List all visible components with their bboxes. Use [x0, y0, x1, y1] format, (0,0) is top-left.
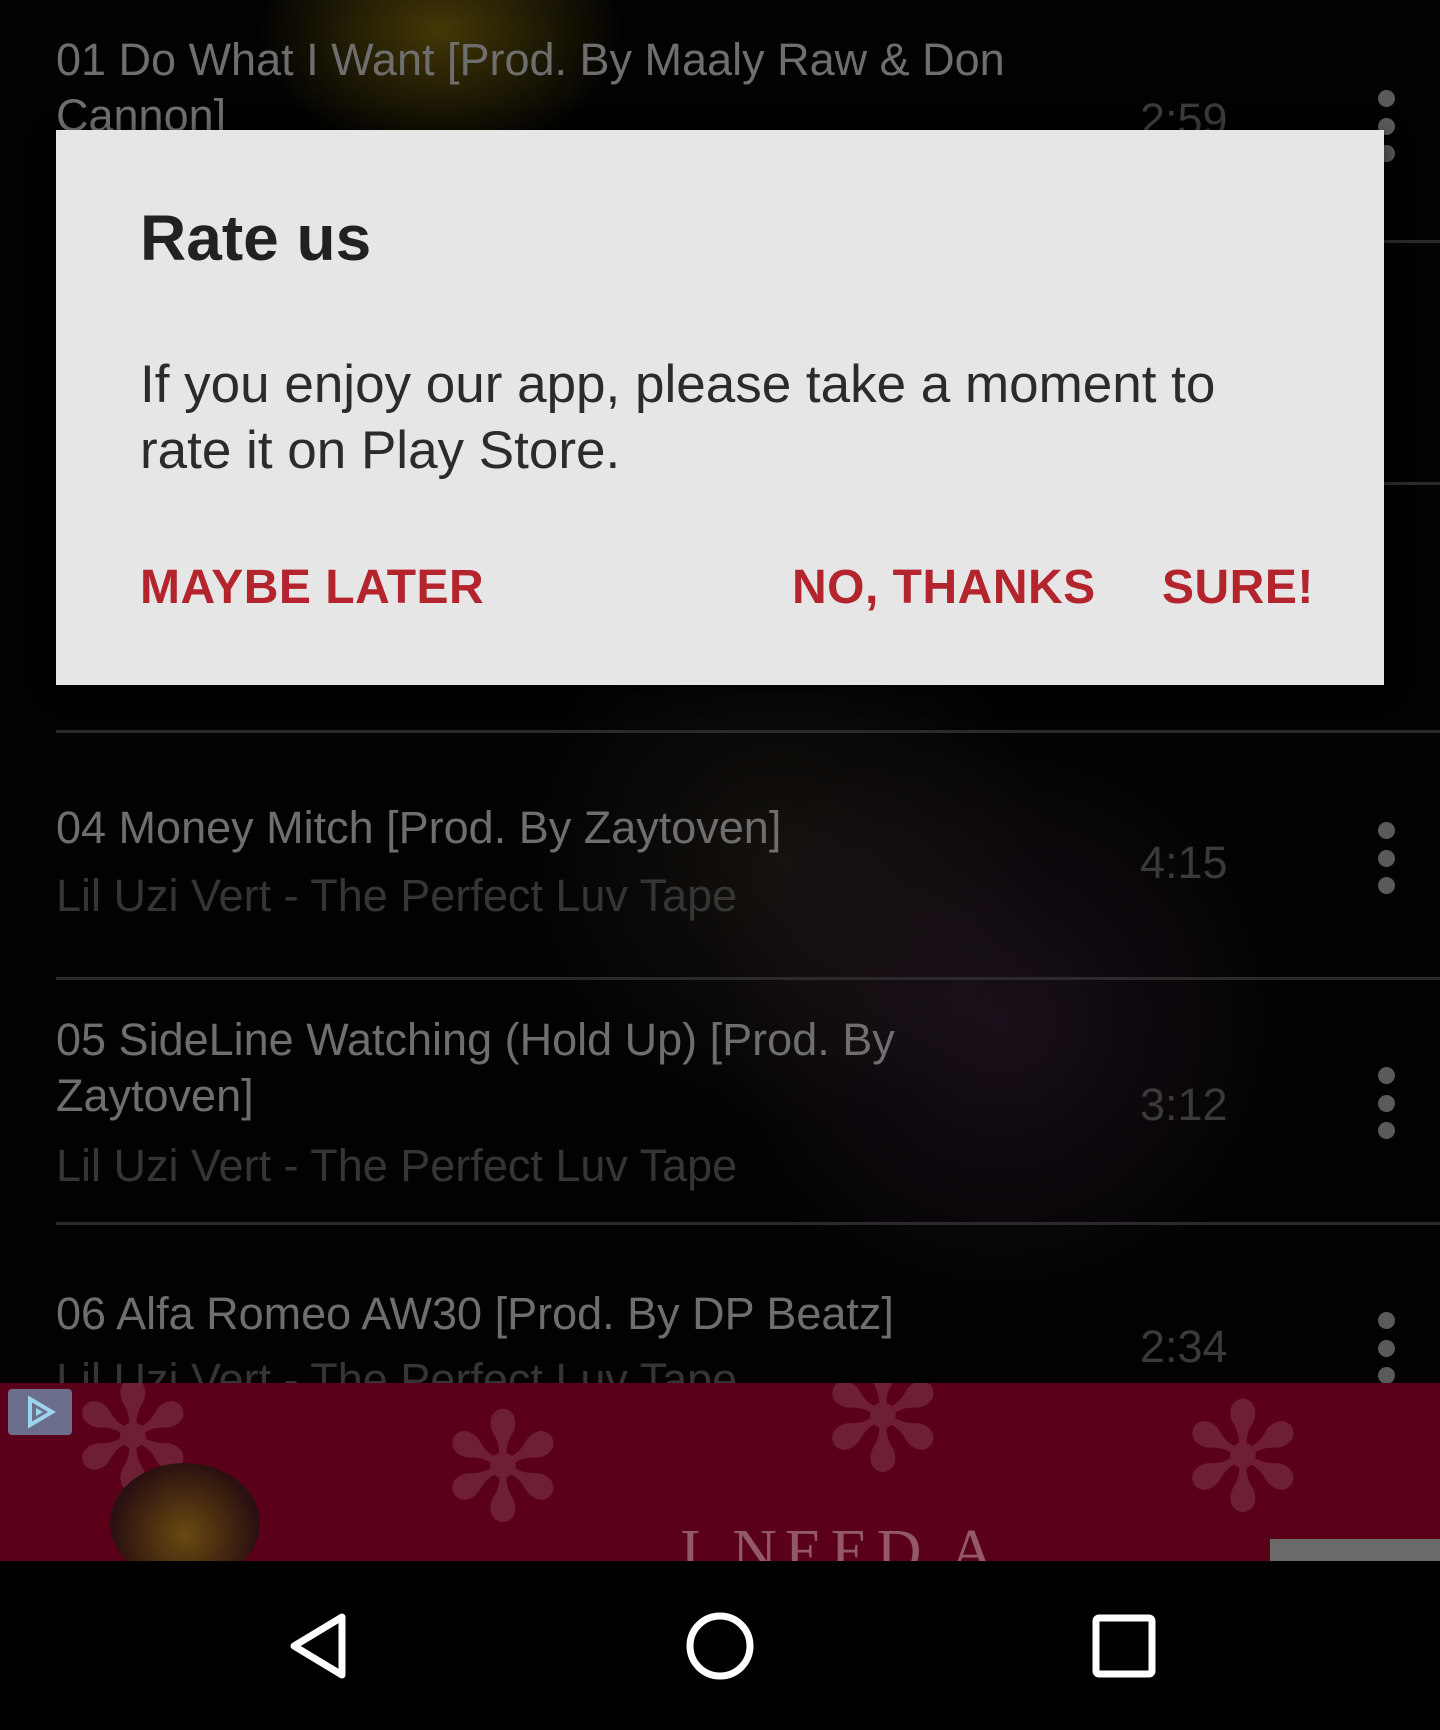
recents-button[interactable] — [1024, 1561, 1224, 1730]
ad-banner[interactable]: ✻ ✻ ✻ ✻ I NEED A — [0, 1383, 1440, 1561]
ad-choices-icon[interactable] — [8, 1389, 72, 1435]
track-duration: 4:15 — [1140, 837, 1228, 888]
dialog-message: If you enjoy our app, please take a mome… — [140, 355, 1216, 480]
track-title: 01 Do What I Want [Prod. By Maaly Raw & … — [56, 34, 1005, 141]
snowflake-decoration: ✻ — [1180, 1383, 1306, 1542]
track-row[interactable]: 06 Alfa Romeo AW30 [Prod. By DP Beatz] L… — [56, 1222, 1440, 1383]
overflow-menu-icon[interactable] — [1374, 822, 1398, 894]
dialog-title: Rate us — [140, 202, 372, 274]
back-icon — [290, 1613, 346, 1678]
track-artist: Lil Uzi Vert - The Perfect Luv Tape — [56, 1140, 738, 1191]
track-duration: 2:34 — [1140, 1321, 1228, 1372]
no-thanks-button[interactable]: NO, THANKS — [792, 558, 1096, 618]
overflow-menu-icon[interactable] — [1374, 1067, 1398, 1139]
rate-us-dialog: Rate us If you enjoy our app, please tak… — [56, 130, 1384, 685]
track-row[interactable]: 04 Money Mitch [Prod. By Zaytoven] Lil U… — [56, 732, 1440, 980]
track-artist: Lil Uzi Vert - The Perfect Luv Tape — [56, 1354, 738, 1383]
screen: 01 Do What I Want [Prod. By Maaly Raw & … — [0, 0, 1440, 1730]
track-row[interactable]: 05 SideLine Watching (Hold Up) [Prod. By… — [56, 977, 1440, 1225]
track-title: 06 Alfa Romeo AW30 [Prod. By DP Beatz] — [56, 1288, 894, 1339]
snowflake-decoration: ✻ — [440, 1384, 566, 1552]
track-title: 05 SideLine Watching (Hold Up) [Prod. By… — [56, 1014, 895, 1121]
overflow-menu-icon[interactable] — [1374, 1312, 1398, 1383]
snowflake-decoration: ✻ — [820, 1383, 946, 1502]
navigation-bar — [0, 1561, 1440, 1730]
sure-button[interactable]: SURE! — [1162, 558, 1314, 618]
track-title: 04 Money Mitch [Prod. By Zaytoven] — [56, 802, 782, 853]
maybe-later-button[interactable]: MAYBE LATER — [140, 558, 484, 618]
home-icon — [686, 1612, 754, 1679]
ad-text: I NEED A — [680, 1518, 1003, 1561]
home-button[interactable] — [620, 1561, 820, 1730]
ad-button[interactable] — [1270, 1539, 1440, 1561]
track-duration: 3:12 — [1140, 1079, 1228, 1130]
track-artist: Lil Uzi Vert - The Perfect Luv Tape — [56, 870, 738, 921]
back-button[interactable] — [218, 1561, 418, 1730]
recents-icon — [1092, 1614, 1156, 1677]
